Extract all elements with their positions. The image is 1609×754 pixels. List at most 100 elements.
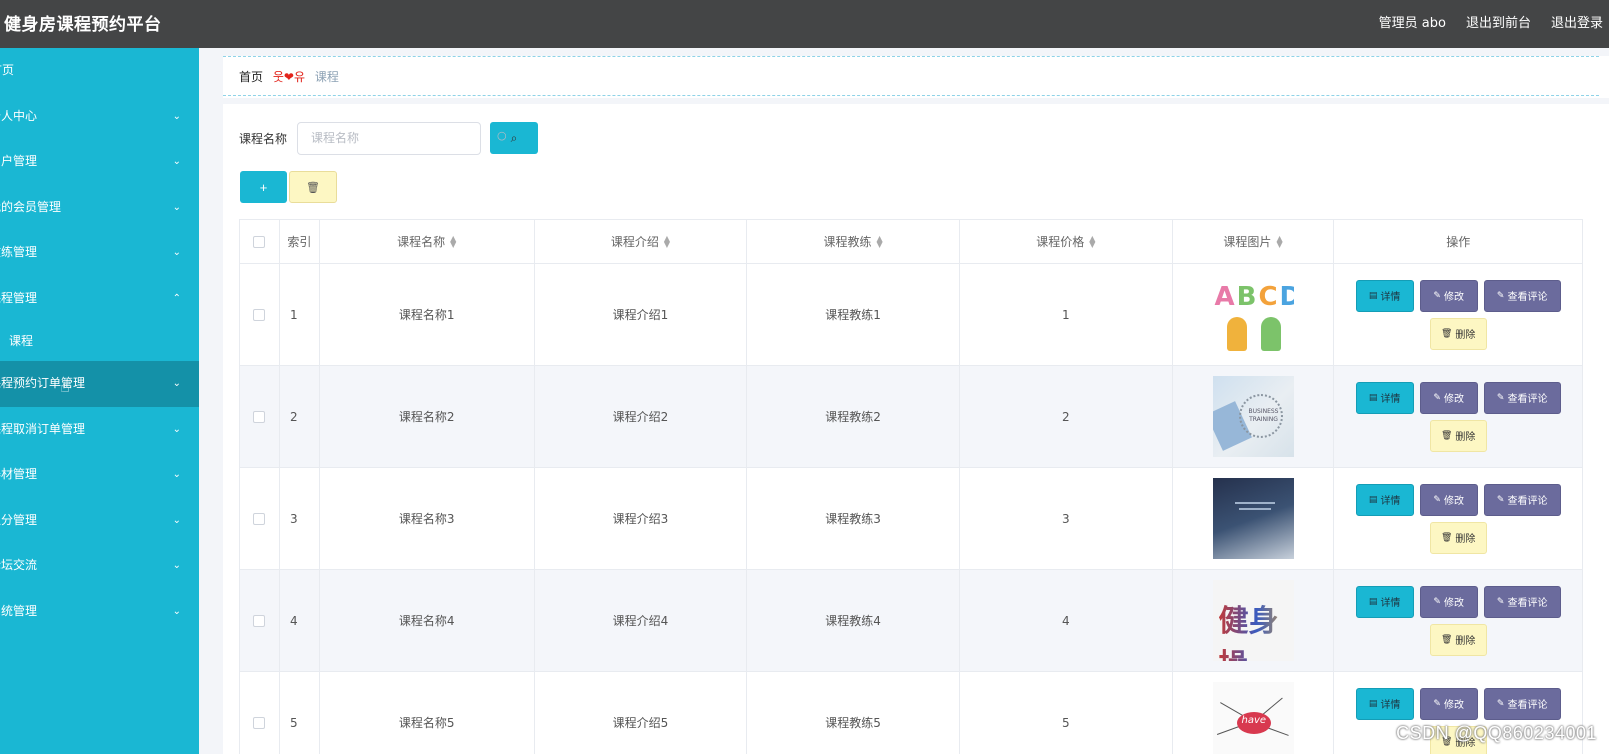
sidebar-item-home[interactable]: 首页 (0, 48, 199, 94)
trash-icon: 🗑 (306, 181, 320, 194)
sort-icon[interactable]: ▲ ▼ (877, 234, 883, 248)
detail-button[interactable]: ▤ 详情 (1355, 483, 1414, 516)
detail-button[interactable]: ▤ 详情 (1355, 687, 1414, 720)
delete-button[interactable]: 🗑 (289, 171, 337, 203)
row-name: 课程名称3 (320, 468, 535, 569)
divider (199, 48, 1609, 56)
button-label: 修改 (1443, 394, 1464, 405)
remove-button[interactable]: 🗑 删除 (1429, 317, 1487, 350)
search-input[interactable] (297, 121, 482, 155)
chevron-down-icon: ⌄ (172, 156, 181, 167)
row-checkbox[interactable] (253, 512, 266, 525)
sort-icon[interactable]: ▲ ▼ (664, 234, 670, 248)
header-ops: 操作 (1446, 235, 1471, 249)
row-checkbox[interactable] (253, 410, 266, 423)
heart-separator-icon: 웃❤유 (272, 70, 305, 84)
sidebar-item-equipment[interactable]: 器材管理 ⌄ (0, 452, 199, 498)
divider (199, 48, 223, 754)
sidebar-item-booking-orders[interactable]: 课程预约订单管理 ⌄ (0, 361, 199, 407)
sidebar-item-points[interactable]: 积分管理 ⌄ (0, 498, 199, 544)
button-label: 详情 (1380, 496, 1401, 507)
row-image-cell (1173, 468, 1335, 569)
edit-button[interactable]: ✎ 修改 (1419, 279, 1478, 312)
row-price: 1 (960, 264, 1173, 365)
sort-icon[interactable]: ▲ ▼ (1276, 234, 1282, 248)
detail-button[interactable]: ▤ 详情 (1355, 279, 1414, 312)
sidebar-item-members[interactable]: 我的会员管理 ⌄ (0, 185, 199, 231)
detail-button[interactable]: ▤ 详情 (1355, 381, 1414, 414)
sidebar-subitem-course[interactable]: 课程 (0, 321, 199, 361)
header-intro[interactable]: 课程介绍 ▲ ▼ (535, 220, 748, 263)
row-checkbox[interactable] (253, 716, 266, 729)
view-comments-button[interactable]: ✎ 查看评论 (1483, 279, 1561, 312)
sidebar-item-label: 个人中心 (0, 108, 38, 123)
button-label: 修改 (1443, 598, 1464, 609)
row-name: 课程名称5 (320, 672, 535, 754)
chevron-down-icon: ⌄ (172, 201, 181, 213)
chevron-down-icon: ⌄ (172, 514, 181, 526)
breadcrumb-home[interactable]: 首页 (239, 70, 263, 84)
edit-button[interactable]: ✎ 修改 (1419, 483, 1478, 516)
row-checkbox[interactable] (253, 614, 266, 627)
row-actions: ▤ 详情 ✎ 修改 ✎ 查看评论 🗑 删除 (1353, 381, 1563, 452)
row-index: 1 (280, 264, 320, 365)
row-select-cell (240, 570, 280, 671)
sidebar-item-personal-center[interactable]: 个人中心 ⌄ (0, 94, 199, 140)
row-price: 2 (960, 366, 1173, 467)
view-comments-button[interactable]: ✎ 查看评论 (1483, 687, 1561, 720)
sidebar-item-users[interactable]: 用户管理 ⌄ (0, 139, 199, 185)
pencil-icon: ✎ (1496, 290, 1505, 301)
add-button[interactable]: + (240, 171, 287, 203)
row-ops-cell: ▤ 详情 ✎ 修改 ✎ 查看评论 🗑 删除 (1334, 264, 1582, 365)
remove-button[interactable]: 🗑 删除 (1429, 419, 1487, 452)
pencil-icon: ✎ (1433, 698, 1441, 709)
document-icon: ▤ (1368, 698, 1378, 709)
row-name: 课程名称4 (320, 570, 535, 671)
sidebar-item-system[interactable]: 系统管理 ⌄ (0, 589, 199, 635)
row-checkbox[interactable] (253, 308, 266, 321)
sidebar-item-forum[interactable]: 论坛交流 ⌄ (0, 543, 199, 589)
image-caption: 健身操 (1219, 596, 1294, 661)
view-comments-button[interactable]: ✎ 查看评论 (1483, 585, 1561, 618)
back-to-front-link[interactable]: 退出到前台 (1466, 12, 1531, 31)
row-image-cell: BUSINESS TRAINING (1173, 366, 1335, 467)
detail-button[interactable]: ▤ 详情 (1355, 585, 1414, 618)
image-caption: BUSINESS TRAINING (1248, 408, 1279, 423)
sidebar-item-label: 我的会员管理 (0, 199, 62, 214)
view-comments-button[interactable]: ✎ 查看评论 (1483, 381, 1561, 414)
sidebar-item-label: 用户管理 (0, 154, 38, 168)
sort-icon[interactable]: ▲ ▼ (450, 234, 456, 248)
trash-icon: 🗑 (1440, 328, 1453, 339)
row-ops-cell: ▤ 详情 ✎ 修改 ✎ 查看评论 🗑 删除 (1334, 366, 1582, 467)
document-icon: ▤ (1368, 494, 1378, 505)
header-price[interactable]: 课程价格 ▲ ▼ (960, 220, 1173, 263)
edit-button[interactable]: ✎ 修改 (1419, 381, 1478, 414)
row-price: 5 (960, 672, 1173, 754)
trash-icon: 🗑 (1440, 634, 1453, 645)
row-price: 3 (960, 468, 1173, 569)
header-coach[interactable]: 课程教练 ▲ ▼ (747, 220, 960, 263)
table-row: 1 课程名称1 课程介绍1 课程教练1 1 ABCD ▤ 详情 ✎ 修改 ✎ 查看评论… (240, 264, 1582, 366)
table-header: 索引 课程名称 ▲ ▼ 课程介绍 ▲ ▼ 课程教练 ▲ ▼ 课程价格 ▲ ▼ 课程图片 ▲ ▼ 操作 (240, 220, 1582, 264)
logout-link[interactable]: 退出登录 (1551, 12, 1603, 31)
remove-button[interactable]: 🗑 删除 (1429, 521, 1487, 554)
remove-button[interactable]: 🗑 删除 (1429, 623, 1487, 656)
search-label: 课程名称 (239, 131, 288, 146)
sidebar-item-cancel-orders[interactable]: 课程取消订单管理 ⌄ (0, 407, 199, 453)
header-image[interactable]: 课程图片 ▲ ▼ (1173, 220, 1335, 263)
sidebar-item-coaches[interactable]: 教练管理 ⌄ (0, 230, 199, 276)
button-label: 查看评论 (1507, 394, 1548, 405)
select-all-checkbox[interactable] (253, 235, 266, 248)
edit-button[interactable]: ✎ 修改 (1419, 687, 1478, 720)
sort-icon[interactable]: ▲ ▼ (1089, 234, 1095, 248)
edit-button[interactable]: ✎ 修改 (1419, 585, 1478, 618)
row-index: 5 (280, 672, 320, 754)
admin-user-label[interactable]: 管理员 abo (1379, 12, 1446, 31)
document-icon: ▤ (1368, 392, 1378, 403)
search-bar: 课程名称 ○ ⌕ (239, 121, 539, 155)
button-label: 详情 (1380, 394, 1401, 405)
view-comments-button[interactable]: ✎ 查看评论 (1483, 483, 1561, 516)
search-icon: ○ (497, 129, 507, 142)
header-name[interactable]: 课程名称 ▲ ▼ (320, 220, 535, 263)
sidebar-item-courses[interactable]: 课程管理 ⌃ (0, 276, 199, 322)
